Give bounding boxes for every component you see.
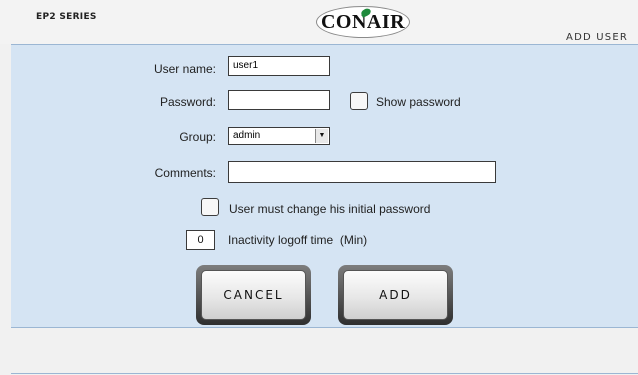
group-label: Group: [179, 130, 216, 144]
conair-logo: CONAIR [316, 6, 410, 38]
group-select-value: admin [233, 130, 261, 141]
header-bar: EP2 SERIES CONAIR ADD USER [0, 0, 638, 44]
group-select[interactable]: admin ▼ [228, 127, 330, 145]
password-label: Password: [159, 95, 216, 109]
inactivity-time-input[interactable]: 0 [186, 230, 215, 250]
password-input[interactable] [228, 90, 330, 110]
inactivity-time-label: Inactivity logoff time (Min) [228, 233, 368, 247]
series-label: EP2 SERIES [36, 12, 97, 22]
must-change-password-checkbox[interactable] [201, 198, 219, 216]
username-input[interactable]: user1 [228, 56, 330, 76]
username-label: User name: [153, 62, 216, 76]
add-user-panel [11, 44, 638, 328]
cancel-button-label: CANCEL [201, 270, 306, 320]
comments-label: Comments: [154, 166, 216, 180]
add-button-label: ADD [343, 270, 448, 320]
chevron-down-icon[interactable]: ▼ [315, 129, 328, 143]
footer-divider [11, 373, 638, 374]
show-password-checkbox[interactable] [350, 92, 368, 110]
screen-title: ADD USER [566, 32, 628, 43]
must-change-password-label: User must change his initial password [229, 202, 431, 216]
cancel-button[interactable]: CANCEL [196, 265, 311, 325]
show-password-label: Show password [376, 95, 461, 109]
add-button[interactable]: ADD [338, 265, 453, 325]
comments-input[interactable] [228, 161, 496, 183]
